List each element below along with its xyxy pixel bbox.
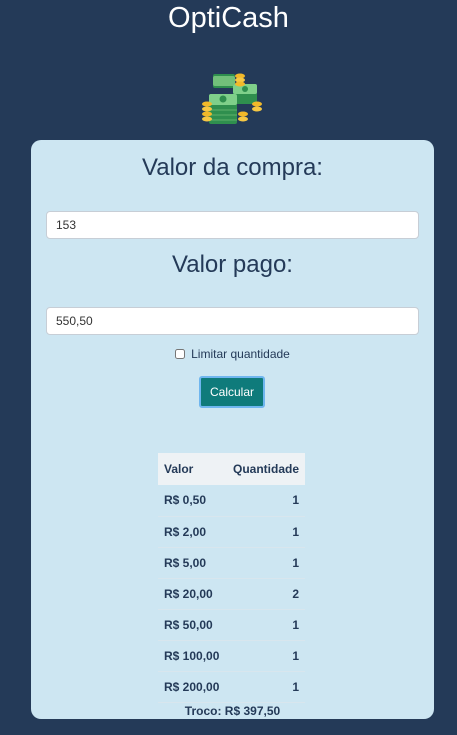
table-row: R$ 100,00 1 — [158, 640, 305, 672]
calculate-button[interactable]: Calcular — [199, 376, 265, 408]
limit-quantity-checkbox[interactable] — [175, 349, 186, 359]
cell-quantity: 1 — [226, 609, 305, 641]
cell-value: R$ 20,00 — [158, 578, 227, 610]
table-row: R$ 5,00 1 — [158, 547, 305, 579]
purchase-value-input[interactable] — [46, 211, 419, 239]
table-row: R$ 0,50 1 — [158, 485, 305, 517]
header-quantity: Quantidade — [226, 453, 305, 485]
calculator-card: Valor da compra: Valor pago: Limitar qua… — [31, 140, 434, 719]
table-row: R$ 2,00 1 — [158, 516, 305, 548]
cell-value: R$ 200,00 — [158, 671, 227, 703]
cell-quantity: 1 — [226, 516, 305, 548]
cell-value: R$ 50,00 — [158, 609, 227, 641]
cell-quantity: 1 — [226, 640, 305, 672]
table-header-row: Valor Quantidade — [158, 453, 305, 485]
change-breakdown-table: Valor Quantidade R$ 0,50 1 R$ 2,00 1 R$ … — [158, 453, 305, 703]
purchase-value-label: Valor da compra: — [142, 154, 323, 181]
change-total: Troco: R$ 397,50 — [184, 704, 281, 718]
cell-quantity: 1 — [226, 485, 305, 517]
cell-value: R$ 2,00 — [158, 516, 227, 548]
money-stack-icon — [202, 73, 262, 124]
cell-value: R$ 100,00 — [158, 640, 227, 672]
cell-value: R$ 0,50 — [158, 485, 227, 517]
table-row: R$ 20,00 2 — [158, 578, 305, 610]
paid-value-label: Valor pago: — [172, 251, 293, 278]
app-title: OptiCash — [168, 2, 289, 34]
header-value: Valor — [158, 453, 227, 485]
cell-value: R$ 5,00 — [158, 547, 227, 579]
table-row: R$ 50,00 1 — [158, 609, 305, 641]
cell-quantity: 1 — [226, 547, 305, 579]
table-row: R$ 200,00 1 — [158, 671, 305, 703]
limit-quantity-label: Limitar quantidade — [191, 347, 290, 361]
paid-value-input[interactable] — [46, 307, 419, 335]
cell-quantity: 2 — [226, 578, 305, 610]
limit-quantity-option[interactable]: Limitar quantidade — [31, 347, 434, 361]
cell-quantity: 1 — [226, 671, 305, 703]
